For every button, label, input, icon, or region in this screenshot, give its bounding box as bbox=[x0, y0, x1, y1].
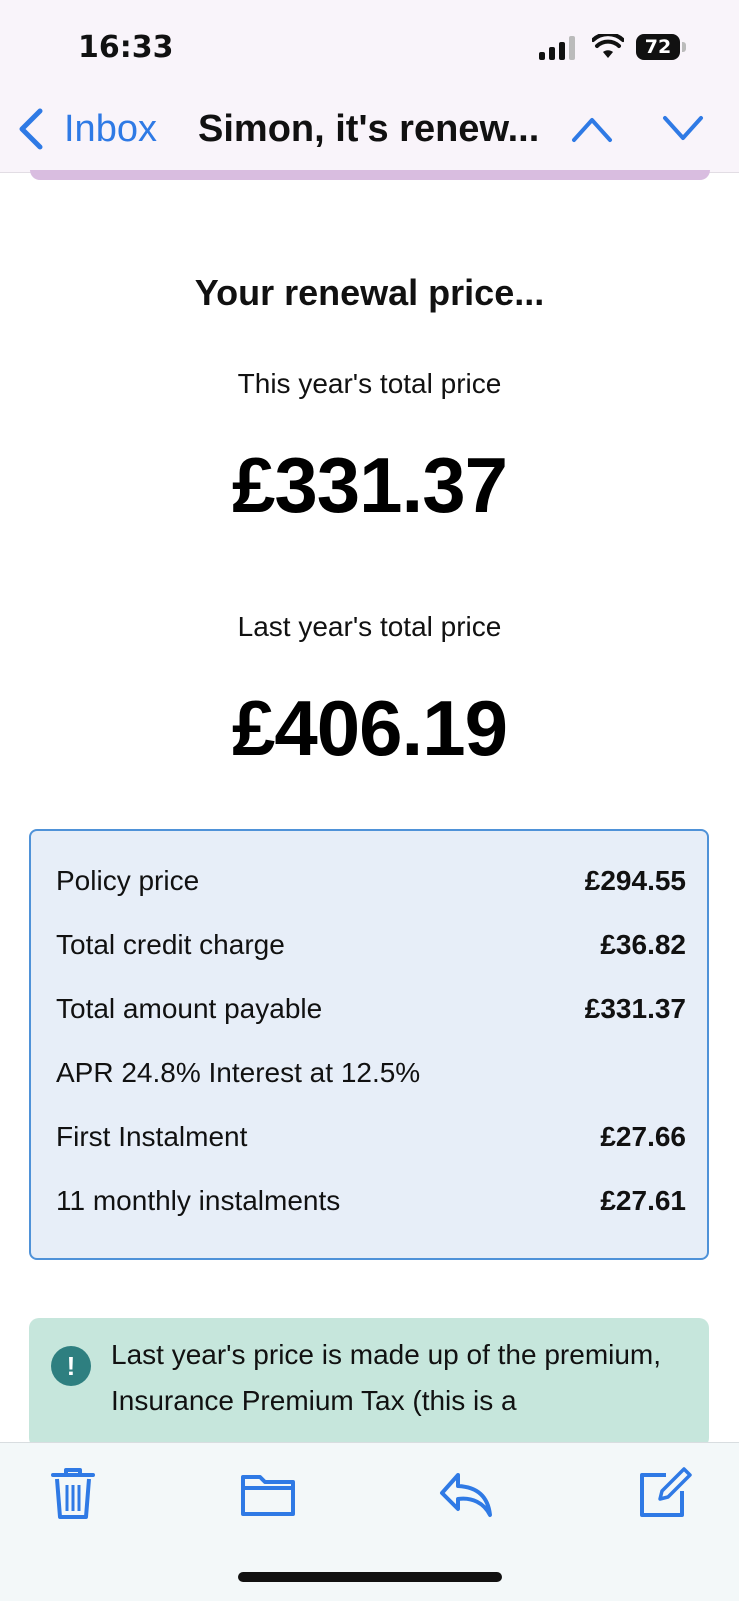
battery-icon: 72 bbox=[636, 34, 686, 60]
battery-level: 72 bbox=[636, 34, 680, 60]
breakdown-label: Total credit charge bbox=[56, 929, 285, 960]
breakdown-row: Policy price £294.55 bbox=[56, 861, 686, 901]
breakdown-row: Total amount payable £331.37 bbox=[56, 989, 686, 1029]
breakdown-value: £27.61 bbox=[600, 1185, 686, 1216]
breakdown-label: Total amount payable bbox=[56, 993, 323, 1024]
breakdown-row: 11 monthly instalments £27.61 bbox=[56, 1181, 686, 1221]
breakdown-label: 11 monthly instalments bbox=[56, 1185, 341, 1216]
back-label: Inbox bbox=[64, 107, 157, 150]
this-year-label: This year's total price bbox=[237, 368, 502, 399]
folder-icon[interactable] bbox=[240, 1465, 296, 1521]
renewal-heading: Your renewal price... bbox=[194, 272, 545, 313]
breakdown-label: First Instalment bbox=[56, 1121, 248, 1152]
next-message-chevron-down-icon[interactable] bbox=[662, 114, 704, 144]
breakdown-row: APR 24.8% Interest at 12.5% bbox=[56, 1053, 686, 1093]
last-year-label: Last year's total price bbox=[237, 611, 502, 642]
banner-edge bbox=[30, 170, 710, 180]
info-notice: ! Last year's price is made up of the pr… bbox=[29, 1318, 709, 1448]
breakdown-label: Policy price bbox=[56, 865, 200, 896]
price-breakdown-box: Policy price £294.55 Total credit charge… bbox=[29, 829, 709, 1260]
home-indicator bbox=[238, 1572, 502, 1582]
cellular-signal-icon bbox=[539, 36, 575, 60]
previous-message-chevron-up-icon[interactable] bbox=[571, 114, 613, 144]
last-year-price: £406.19 bbox=[232, 684, 508, 772]
wifi-icon bbox=[592, 34, 624, 58]
trash-icon[interactable] bbox=[45, 1465, 101, 1521]
reply-icon[interactable] bbox=[438, 1465, 494, 1521]
chevron-left-icon bbox=[19, 108, 43, 150]
breakdown-row: First Instalment £27.66 bbox=[56, 1117, 686, 1157]
this-year-price: £331.37 bbox=[232, 441, 508, 529]
breakdown-label: APR 24.8% Interest at 12.5% bbox=[56, 1057, 421, 1088]
exclamation-icon: ! bbox=[51, 1346, 91, 1386]
compose-icon[interactable] bbox=[636, 1465, 692, 1521]
breakdown-row: Total credit charge £36.82 bbox=[56, 925, 686, 965]
email-subject: Simon, it's renew... bbox=[198, 108, 540, 150]
info-text: Last year's price is made up of the prem… bbox=[111, 1339, 662, 1416]
breakdown-value: £27.66 bbox=[600, 1121, 686, 1152]
breakdown-value: £294.55 bbox=[584, 865, 686, 896]
breakdown-value: £36.82 bbox=[600, 929, 686, 960]
header: 16:33 72 Inbox Simon, it's renew... bbox=[0, 0, 739, 173]
back-button[interactable]: Inbox bbox=[16, 104, 157, 154]
breakdown-value: £331.37 bbox=[584, 993, 686, 1024]
status-time: 16:33 bbox=[78, 30, 174, 65]
